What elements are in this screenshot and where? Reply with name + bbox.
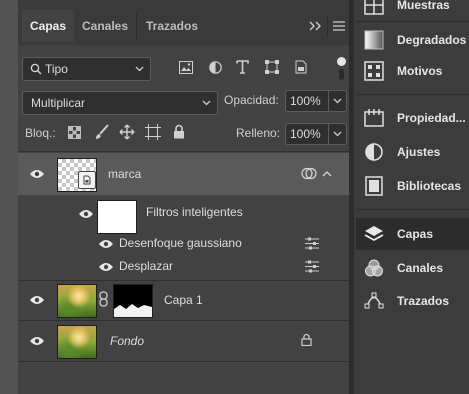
- lock-icon: [301, 333, 312, 346]
- dock-item-propiedades[interactable]: Propiedad...: [356, 102, 469, 134]
- dock-item-muestras[interactable]: Muestras: [356, 0, 469, 21]
- opacity-field[interactable]: 100%: [285, 90, 347, 112]
- layer-thumbnail-capa-1[interactable]: [57, 284, 97, 318]
- eye-icon[interactable]: [78, 208, 94, 220]
- channels-icon: [364, 258, 384, 278]
- fill-value: 100%: [290, 127, 321, 141]
- tab-trazados-label: Trazados: [145, 19, 199, 33]
- filter-kind-select[interactable]: Tipo: [22, 57, 151, 81]
- dock-label-capas: Capas: [397, 227, 434, 241]
- opacity-divider: [328, 91, 329, 111]
- smart-object-badge-icon: [78, 171, 96, 189]
- dock-label-canales: Canales: [397, 261, 444, 275]
- layer-divider: [18, 361, 349, 362]
- dock-divider: [356, 94, 469, 95]
- adjustments-icon: [364, 142, 384, 162]
- link-chain-icon[interactable]: [99, 291, 108, 307]
- layer-name-marca[interactable]: marca: [108, 167, 141, 181]
- panel-menu-icon[interactable]: [333, 21, 345, 31]
- dock-label-motivos: Motivos: [397, 64, 443, 78]
- dock-label-degradados: Degradados: [397, 33, 467, 47]
- search-icon: [30, 63, 42, 75]
- layer-name-capa-1[interactable]: Capa 1: [164, 293, 203, 307]
- eye-icon[interactable]: [29, 168, 45, 180]
- layers-list-divider: [18, 151, 349, 152]
- layers-icon: [364, 224, 384, 244]
- lock-label: Bloq.:: [25, 126, 56, 140]
- smart-filter-effects-icon[interactable]: [301, 167, 317, 180]
- blend-mode-value: Multiplicar: [31, 96, 86, 110]
- layer-name-fondo[interactable]: Fondo: [110, 334, 144, 348]
- dock-label-trazados: Trazados: [397, 294, 450, 308]
- smart-filters-label[interactable]: Filtros inteligentes: [146, 205, 243, 219]
- filter-name-displace[interactable]: Desplazar: [119, 259, 173, 273]
- layer-mask-thumbnail-capa-1[interactable]: [113, 284, 153, 318]
- opacity-value: 100%: [290, 94, 321, 108]
- tab-trazados[interactable]: Trazados: [137, 10, 207, 42]
- dock-label-muestras: Muestras: [397, 0, 450, 12]
- collapse-chevrons-icon[interactable]: [309, 20, 323, 32]
- toggle-track: [339, 69, 344, 80]
- dock-item-bibliotecas[interactable]: Bibliotecas: [356, 170, 469, 202]
- paths-icon: [364, 291, 384, 311]
- smart-object-filter-icon[interactable]: [294, 60, 308, 74]
- eye-icon[interactable]: [98, 238, 114, 250]
- dock-label-ajustes: Ajustes: [397, 145, 441, 159]
- filter-toggle-switch[interactable]: [336, 55, 347, 81]
- tab-capas-label: Capas: [29, 19, 67, 33]
- shape-filter-icon[interactable]: [265, 60, 279, 74]
- lock-artboard-icon[interactable]: [145, 124, 161, 140]
- adjustment-filter-icon[interactable]: [209, 61, 222, 74]
- filter-blending-options-icon[interactable]: [304, 237, 320, 250]
- chevron-down-icon[interactable]: [333, 131, 342, 137]
- dock-item-ajustes[interactable]: Ajustes: [356, 136, 469, 168]
- gradients-icon: [364, 30, 384, 50]
- libraries-icon: [364, 176, 384, 196]
- dock-label-propiedades: Propiedad...: [397, 111, 466, 125]
- toggle-knob: [337, 57, 346, 66]
- lock-all-icon[interactable]: [173, 124, 185, 139]
- blend-mode-select[interactable]: Multiplicar: [22, 91, 218, 115]
- image-filter-icon[interactable]: [179, 61, 193, 74]
- filter-blending-options-icon[interactable]: [304, 260, 320, 273]
- dock-divider: [356, 21, 469, 22]
- filter-name-gaussian-blur[interactable]: Desenfoque gaussiano: [119, 236, 242, 250]
- properties-icon: [364, 108, 384, 128]
- dock-item-motivos[interactable]: Motivos: [356, 55, 469, 87]
- eye-icon[interactable]: [29, 335, 45, 347]
- dock-item-capas[interactable]: Capas: [356, 218, 469, 250]
- patterns-icon: [364, 61, 384, 81]
- chevron-up-icon[interactable]: [322, 171, 332, 177]
- opacity-label: Opacidad:: [224, 93, 279, 107]
- dock-divider: [356, 209, 469, 210]
- chevron-down-icon: [135, 66, 144, 72]
- eye-icon[interactable]: [29, 294, 45, 306]
- eye-icon[interactable]: [98, 261, 114, 273]
- chevron-down-icon[interactable]: [333, 98, 342, 104]
- fill-label: Relleno:: [236, 126, 281, 140]
- fill-field[interactable]: 100%: [285, 123, 347, 145]
- menu-divider: [327, 15, 328, 37]
- smart-filter-mask-thumbnail[interactable]: [97, 200, 137, 234]
- layer-thumbnail-fondo[interactable]: [57, 325, 97, 359]
- tab-capas[interactable]: Capas: [22, 10, 74, 42]
- dock-item-trazados[interactable]: Trazados: [356, 285, 469, 317]
- lock-position-icon[interactable]: [119, 124, 135, 140]
- tab-canales[interactable]: Canales: [74, 10, 136, 42]
- filter-kind-value: Tipo: [45, 62, 68, 76]
- tab-canales-label: Canales: [81, 19, 129, 33]
- lock-image-pixels-icon[interactable]: [94, 124, 110, 140]
- lock-transparent-pixels-icon[interactable]: [68, 126, 81, 139]
- dock-item-canales[interactable]: Canales: [356, 252, 469, 284]
- dock-item-degradados[interactable]: Degradados: [356, 24, 469, 56]
- fill-divider: [328, 124, 329, 144]
- chevron-down-icon: [202, 100, 211, 106]
- swatches-icon: [364, 0, 384, 15]
- dock-label-bibliotecas: Bibliotecas: [397, 179, 462, 193]
- type-filter-icon[interactable]: [236, 60, 249, 74]
